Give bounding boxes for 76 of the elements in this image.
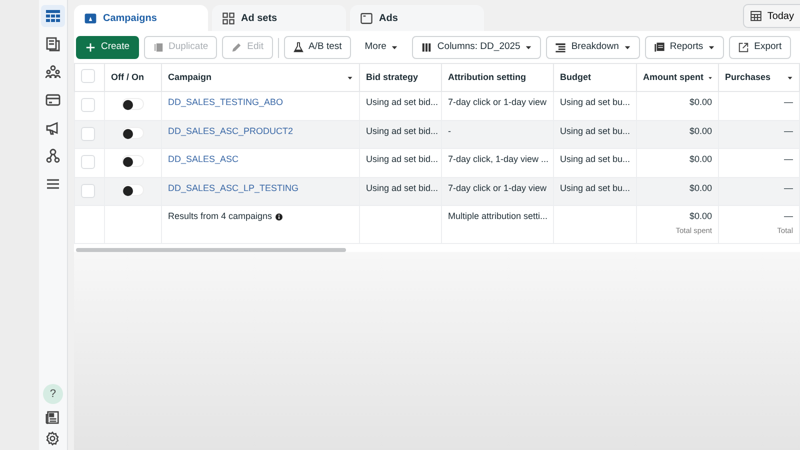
summary-text: Multiple attribution setti...: [448, 211, 548, 221]
copy-icon: [152, 42, 164, 53]
abtest-button[interactable]: A/B test: [284, 36, 351, 59]
tab[interactable]: Ad sets: [212, 5, 346, 31]
toggle-switch[interactable]: [122, 184, 144, 196]
results-label: Results from 4 campaigns: [168, 211, 272, 221]
row-checkbox[interactable]: [81, 155, 95, 169]
caret-icon: [624, 44, 631, 51]
table-cell: -: [448, 126, 451, 136]
total-amount: $0.00: [689, 211, 712, 221]
table-cell: —: [784, 154, 793, 164]
table-cell: Using ad set bu...: [560, 182, 630, 192]
toggle-switch[interactable]: [122, 98, 144, 110]
create-button[interactable]: Create: [76, 36, 139, 59]
column-header[interactable]: Budget: [560, 72, 591, 82]
campaign-link[interactable]: DD_SALES_ASC: [168, 154, 239, 164]
caret-icon: [347, 74, 353, 80]
folder-icon: [84, 12, 97, 24]
select-all-checkbox[interactable]: [81, 69, 95, 84]
table-cell: Using ad set bid...: [366, 154, 438, 164]
table-cell: Using ad set bid...: [366, 126, 438, 136]
row-checkbox[interactable]: [81, 98, 95, 112]
columns-icon: [421, 42, 432, 53]
caret-icon: [787, 74, 793, 80]
table-cell: —: [784, 126, 793, 136]
caret-icon: [391, 44, 398, 51]
grid-icon: [44, 8, 61, 24]
table-cell: Using ad set bu...: [560, 126, 630, 136]
pencil-icon: [231, 42, 242, 53]
amount-cell: $0.00: [689, 97, 712, 107]
reports-button[interactable]: Reports: [644, 36, 724, 59]
total-purchases: —: [784, 211, 793, 221]
flask-icon: [292, 42, 304, 53]
people-icon: [44, 64, 61, 80]
amount-cell: $0.00: [689, 182, 712, 192]
export-icon: [738, 42, 750, 53]
export-button[interactable]: Export: [729, 36, 791, 59]
date-button[interactable]: Today: [743, 4, 800, 28]
table-cell: 7-day click, 1-day view ...: [448, 154, 549, 164]
table-cell: Using ad set bu...: [560, 154, 630, 164]
toggle-switch[interactable]: [122, 155, 144, 167]
help-button[interactable]: ?: [42, 384, 63, 404]
table-cell: —: [784, 97, 793, 107]
table-cell: 7-day click or 1-day view: [448, 97, 547, 107]
news-icon[interactable]: [45, 410, 60, 425]
table-cell: —: [784, 182, 793, 192]
columns-button[interactable]: Columns: DD_2025: [412, 36, 542, 59]
window-icon: [360, 12, 373, 24]
amount-cell: $0.00: [689, 154, 712, 164]
tab[interactable]: Ads: [350, 5, 484, 31]
caret-icon: [708, 44, 716, 51]
breakdown-button[interactable]: Breakdown: [546, 36, 640, 59]
calendar-icon: [750, 10, 762, 22]
table-cell: Using ad set bid...: [366, 182, 438, 192]
row-checkbox[interactable]: [81, 184, 95, 198]
pages-icon: [44, 36, 61, 52]
list-icon: [555, 42, 566, 53]
row-checkbox[interactable]: [81, 126, 95, 140]
card-icon: [44, 92, 61, 108]
sidebar-item[interactable]: [40, 5, 65, 27]
info-icon: [275, 212, 284, 221]
table-cell: Using ad set bu...: [560, 97, 630, 107]
scrollbar[interactable]: [76, 248, 346, 252]
toggle-switch[interactable]: [122, 126, 144, 138]
caret-icon: [525, 44, 532, 51]
plus-icon: [85, 42, 96, 53]
squares-icon: [222, 12, 235, 24]
caret-icon: [708, 74, 712, 80]
tab[interactable]: Campaigns: [74, 5, 208, 31]
table-cell: 7-day click or 1-day view: [448, 182, 547, 192]
table-cell: Using ad set bid...: [366, 97, 438, 107]
amount-cell: $0.00: [689, 126, 712, 136]
network-icon: [44, 148, 61, 164]
settings-icon[interactable]: [45, 431, 60, 446]
reports-icon: [654, 42, 665, 53]
column-header[interactable]: Campaign: [168, 70, 212, 84]
